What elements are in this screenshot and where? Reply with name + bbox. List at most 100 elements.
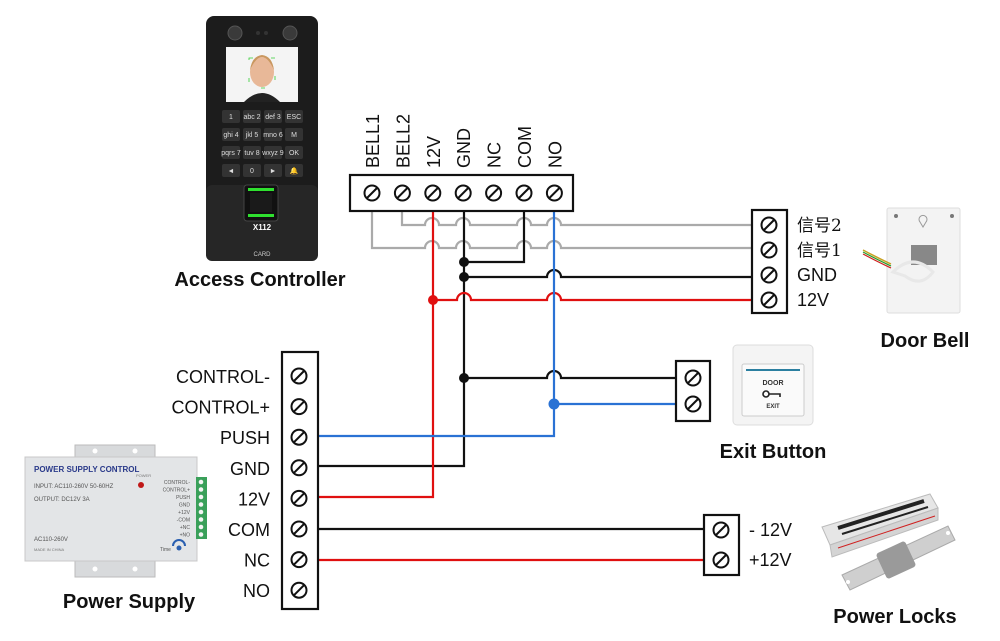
screw-terminal-icon xyxy=(393,184,411,202)
camera-icon xyxy=(227,25,243,41)
terminal-label-bell1: BELL1 xyxy=(363,114,383,168)
keypad-key: wxyz 9 xyxy=(261,146,284,159)
screw-terminal-icon xyxy=(424,184,442,202)
svg-text:►: ► xyxy=(270,168,277,175)
power-locks-label: Power Locks xyxy=(833,606,956,628)
svg-text:wxyz 9: wxyz 9 xyxy=(261,150,284,157)
screw-terminal-icon xyxy=(760,241,778,259)
access-controller-label: Access Controller xyxy=(174,269,345,291)
wire-gnd-main xyxy=(318,211,466,468)
svg-text:tuv 8: tuv 8 xyxy=(244,150,259,157)
svg-text:AC110-260V: AC110-260V xyxy=(34,537,68,543)
doorbell-terminal-block: 信号2 信号1 GND 12V xyxy=(750,208,842,315)
wire-gnd-exit xyxy=(464,369,676,380)
svg-text:-COM: -COM xyxy=(177,518,190,524)
psu-terminal-label-no: NO xyxy=(243,581,270,601)
exit-button-device: DOOR EXIT xyxy=(732,344,814,426)
svg-text:ESC: ESC xyxy=(287,114,301,121)
svg-text:Time: Time xyxy=(160,547,171,553)
keypad-key: 🔔 xyxy=(285,164,303,177)
controller-terminal-block: BELL1 BELL2 12V GND NC COM NO xyxy=(348,114,575,213)
screw-terminal-icon xyxy=(712,521,730,539)
terminal-label-no: NO xyxy=(545,141,565,168)
psu-terminal-label-control: CONTROL+ xyxy=(171,398,270,418)
power-locks-terminal-block: - 12V +12V xyxy=(702,513,792,577)
bell-terminal-label: GND xyxy=(797,265,837,285)
screw-terminal-icon xyxy=(760,216,778,234)
access-controller-device: 1 abc 2 def 3 ESC ghi 4 jkl 5 mno 6 Mpqrs 7 tuv … xyxy=(206,16,318,261)
wire-bell2 xyxy=(400,211,752,227)
wire-12v-main xyxy=(318,211,435,499)
device-model: X112 xyxy=(253,223,272,232)
junction-gnd-bell xyxy=(459,272,469,282)
psu-terminal-label-nc: NC xyxy=(244,551,270,571)
svg-text:0: 0 xyxy=(250,168,254,175)
terminal-label-gnd: GND xyxy=(454,128,474,168)
lock-terminal-label: - 12V xyxy=(749,520,792,540)
screw-terminal-icon xyxy=(290,459,308,477)
svg-text:DOOR: DOOR xyxy=(763,380,784,387)
terminal-label-com: COM xyxy=(515,126,535,168)
psu-terminal-label-com: COM xyxy=(228,520,270,540)
keypad-key: OK xyxy=(285,146,303,159)
svg-text:🔔: 🔔 xyxy=(290,166,299,175)
junction-gnd-exit xyxy=(459,373,469,383)
svg-text:CONTROL+: CONTROL+ xyxy=(163,488,190,494)
keypad-key: ◄ xyxy=(222,164,240,177)
keypad-key: ghi 4 xyxy=(222,128,240,141)
svg-text:POWER SUPPLY CONTROL: POWER SUPPLY CONTROL xyxy=(34,465,139,474)
junction-12v-bell xyxy=(428,295,438,305)
keypad-key: tuv 8 xyxy=(243,146,261,159)
power-led-icon xyxy=(138,482,144,488)
svg-text:CONTROL-: CONTROL- xyxy=(164,480,190,486)
psu-terminal-label-control: CONTROL- xyxy=(176,367,270,387)
screw-terminal-icon xyxy=(454,184,472,202)
screw-terminal-icon xyxy=(290,520,308,538)
svg-text:M: M xyxy=(291,132,297,139)
keypad-key: def 3 xyxy=(264,110,282,123)
junction-push-exit xyxy=(548,398,560,410)
lock-terminal-label: +12V xyxy=(749,550,792,570)
keypad-key: pqrs 7 xyxy=(221,146,241,159)
bell-terminal-label: 12V xyxy=(797,290,829,310)
svg-text:ghi 4: ghi 4 xyxy=(223,132,238,139)
bell-terminal-label: 信号2 xyxy=(797,216,842,236)
screw-terminal-icon xyxy=(684,395,702,413)
psu-terminal-label-push: PUSH xyxy=(220,428,270,448)
screw-terminal-icon xyxy=(684,369,702,387)
svg-text:POWER: POWER xyxy=(136,473,151,478)
screw-terminal-icon xyxy=(515,184,533,202)
terminal-label-nc: NC xyxy=(485,142,505,168)
keypad-key: M xyxy=(285,128,303,141)
junctions xyxy=(428,257,560,410)
wire-12v-bell xyxy=(433,291,752,302)
doorbell-device xyxy=(862,207,961,314)
wiring-diagram: 1 abc 2 def 3 ESC ghi 4 jkl 5 mno 6 Mpqrs 7 tuv … xyxy=(24,16,969,628)
wire-com-bell xyxy=(464,211,526,264)
svg-text:EXIT: EXIT xyxy=(766,404,780,410)
svg-text:INPUT: AC110-260V 50-60HZ: INPUT: AC110-260V 50-60HZ xyxy=(34,484,114,490)
svg-text:def 3: def 3 xyxy=(265,114,281,121)
screw-terminal-icon xyxy=(290,581,308,599)
screw-terminal-icon xyxy=(485,184,503,202)
wire-gnd-bell xyxy=(464,268,752,279)
exit-button-label: Exit Button xyxy=(720,441,827,463)
device-brand: CARD xyxy=(253,252,271,258)
screw-terminal-icon xyxy=(712,551,730,569)
keypad-key: 0 xyxy=(243,164,261,177)
svg-text:jkl 5: jkl 5 xyxy=(245,132,259,139)
terminal-label-bell2: BELL2 xyxy=(393,114,413,168)
keypad-key: mno 6 xyxy=(263,128,283,141)
keypad-key: 1 xyxy=(222,110,240,123)
exit-button-terminal-block xyxy=(674,359,712,423)
psu-terminal-label-12v: 12V xyxy=(238,489,270,509)
wire-bell1 xyxy=(370,211,752,250)
keypad-key: jkl 5 xyxy=(243,128,261,141)
svg-text:+NO: +NO xyxy=(180,533,191,539)
bell-terminal-label: 信号1 xyxy=(797,241,842,261)
svg-text:+NC: +NC xyxy=(180,525,191,531)
svg-text:1: 1 xyxy=(229,114,233,121)
terminal-label-12v: 12V xyxy=(424,136,444,168)
power-supply-label: Power Supply xyxy=(63,591,196,613)
svg-text:◄: ◄ xyxy=(228,168,235,175)
